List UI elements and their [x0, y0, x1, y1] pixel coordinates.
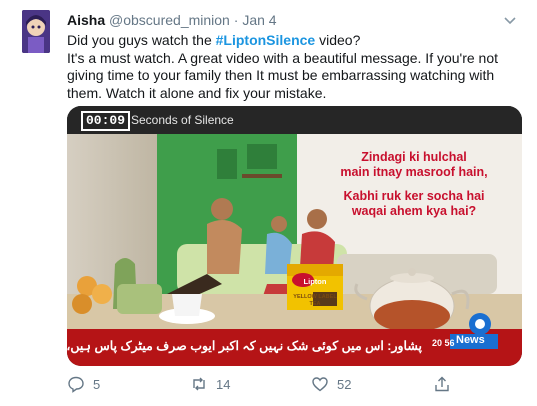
- author-name[interactable]: Aisha: [67, 12, 105, 28]
- product-pack-label: Lipton: [287, 278, 343, 286]
- overlay-gap: [319, 180, 509, 189]
- product-brand: Lipton: [303, 277, 327, 286]
- overlay-line-4: waqai ahem kya hai?: [351, 204, 477, 218]
- author-handle[interactable]: @obscured_minion: [109, 12, 230, 28]
- overlay-line-1: Zindagi ki hulchal: [361, 150, 467, 164]
- product-pack-sub: YELLOW LABEL TEA: [287, 294, 343, 308]
- timer-label: Seconds of Silence: [131, 113, 234, 127]
- timer: 00:09: [81, 111, 131, 131]
- channel-logo: News 20 56: [430, 312, 500, 352]
- reply-count: 5: [93, 376, 101, 392]
- tweet-header: Aisha @obscured_minion · Jan 4: [67, 12, 277, 28]
- product-label: YELLOW LABEL: [293, 294, 337, 300]
- channel-name: News: [456, 334, 485, 346]
- like-button[interactable]: 52: [311, 374, 351, 394]
- like-count: 52: [337, 376, 352, 392]
- retweet-count: 14: [216, 376, 231, 392]
- overlay-line-2: main itnay masroof hain,: [340, 165, 488, 179]
- tweet-media[interactable]: 00:09 Seconds of Silence Lipton YELLOW L…: [67, 106, 522, 366]
- reply-icon: [68, 376, 84, 393]
- tweet-actions: 5 14 52: [67, 372, 522, 398]
- product-sub: TEA: [309, 301, 321, 307]
- tweet-text-line1: Did you guys watch the #LiptonSilence vi…: [67, 32, 522, 50]
- overlay-line-3: Kabhi ruk ker socha hai: [343, 189, 485, 203]
- tweet-text: Did you guys watch the #LiptonSilence vi…: [67, 32, 522, 102]
- video-overlay-text: Zindagi ki hulchal main itnay masroof ha…: [319, 150, 509, 219]
- retweet-icon: [193, 377, 205, 391]
- retweet-button[interactable]: 14: [190, 374, 230, 394]
- tweet-text-intro: Did you guys watch the: [67, 32, 216, 48]
- tv-top-bar: 00:09 Seconds of Silence: [67, 106, 522, 134]
- share-button[interactable]: [433, 374, 459, 394]
- tweet-text-body: It's a must watch. A great video with a …: [67, 49, 499, 101]
- share-icon: [435, 376, 449, 392]
- tweet-text-intro-end: video?: [315, 32, 361, 48]
- ticker-text: پشاور: اس میں کوئی شک نہیں کہ اکبر ایوب …: [67, 339, 422, 353]
- chevron-down-icon[interactable]: [503, 13, 517, 27]
- avatar-illustration: [22, 10, 50, 53]
- reply-button[interactable]: 5: [67, 374, 100, 394]
- header-separator: ·: [233, 12, 239, 28]
- avatar[interactable]: [22, 10, 50, 53]
- channel-time: 20 56: [432, 338, 455, 348]
- tweet-date[interactable]: Jan 4: [242, 12, 276, 28]
- hashtag-link[interactable]: #LiptonSilence: [216, 32, 316, 48]
- heart-icon: [312, 377, 328, 392]
